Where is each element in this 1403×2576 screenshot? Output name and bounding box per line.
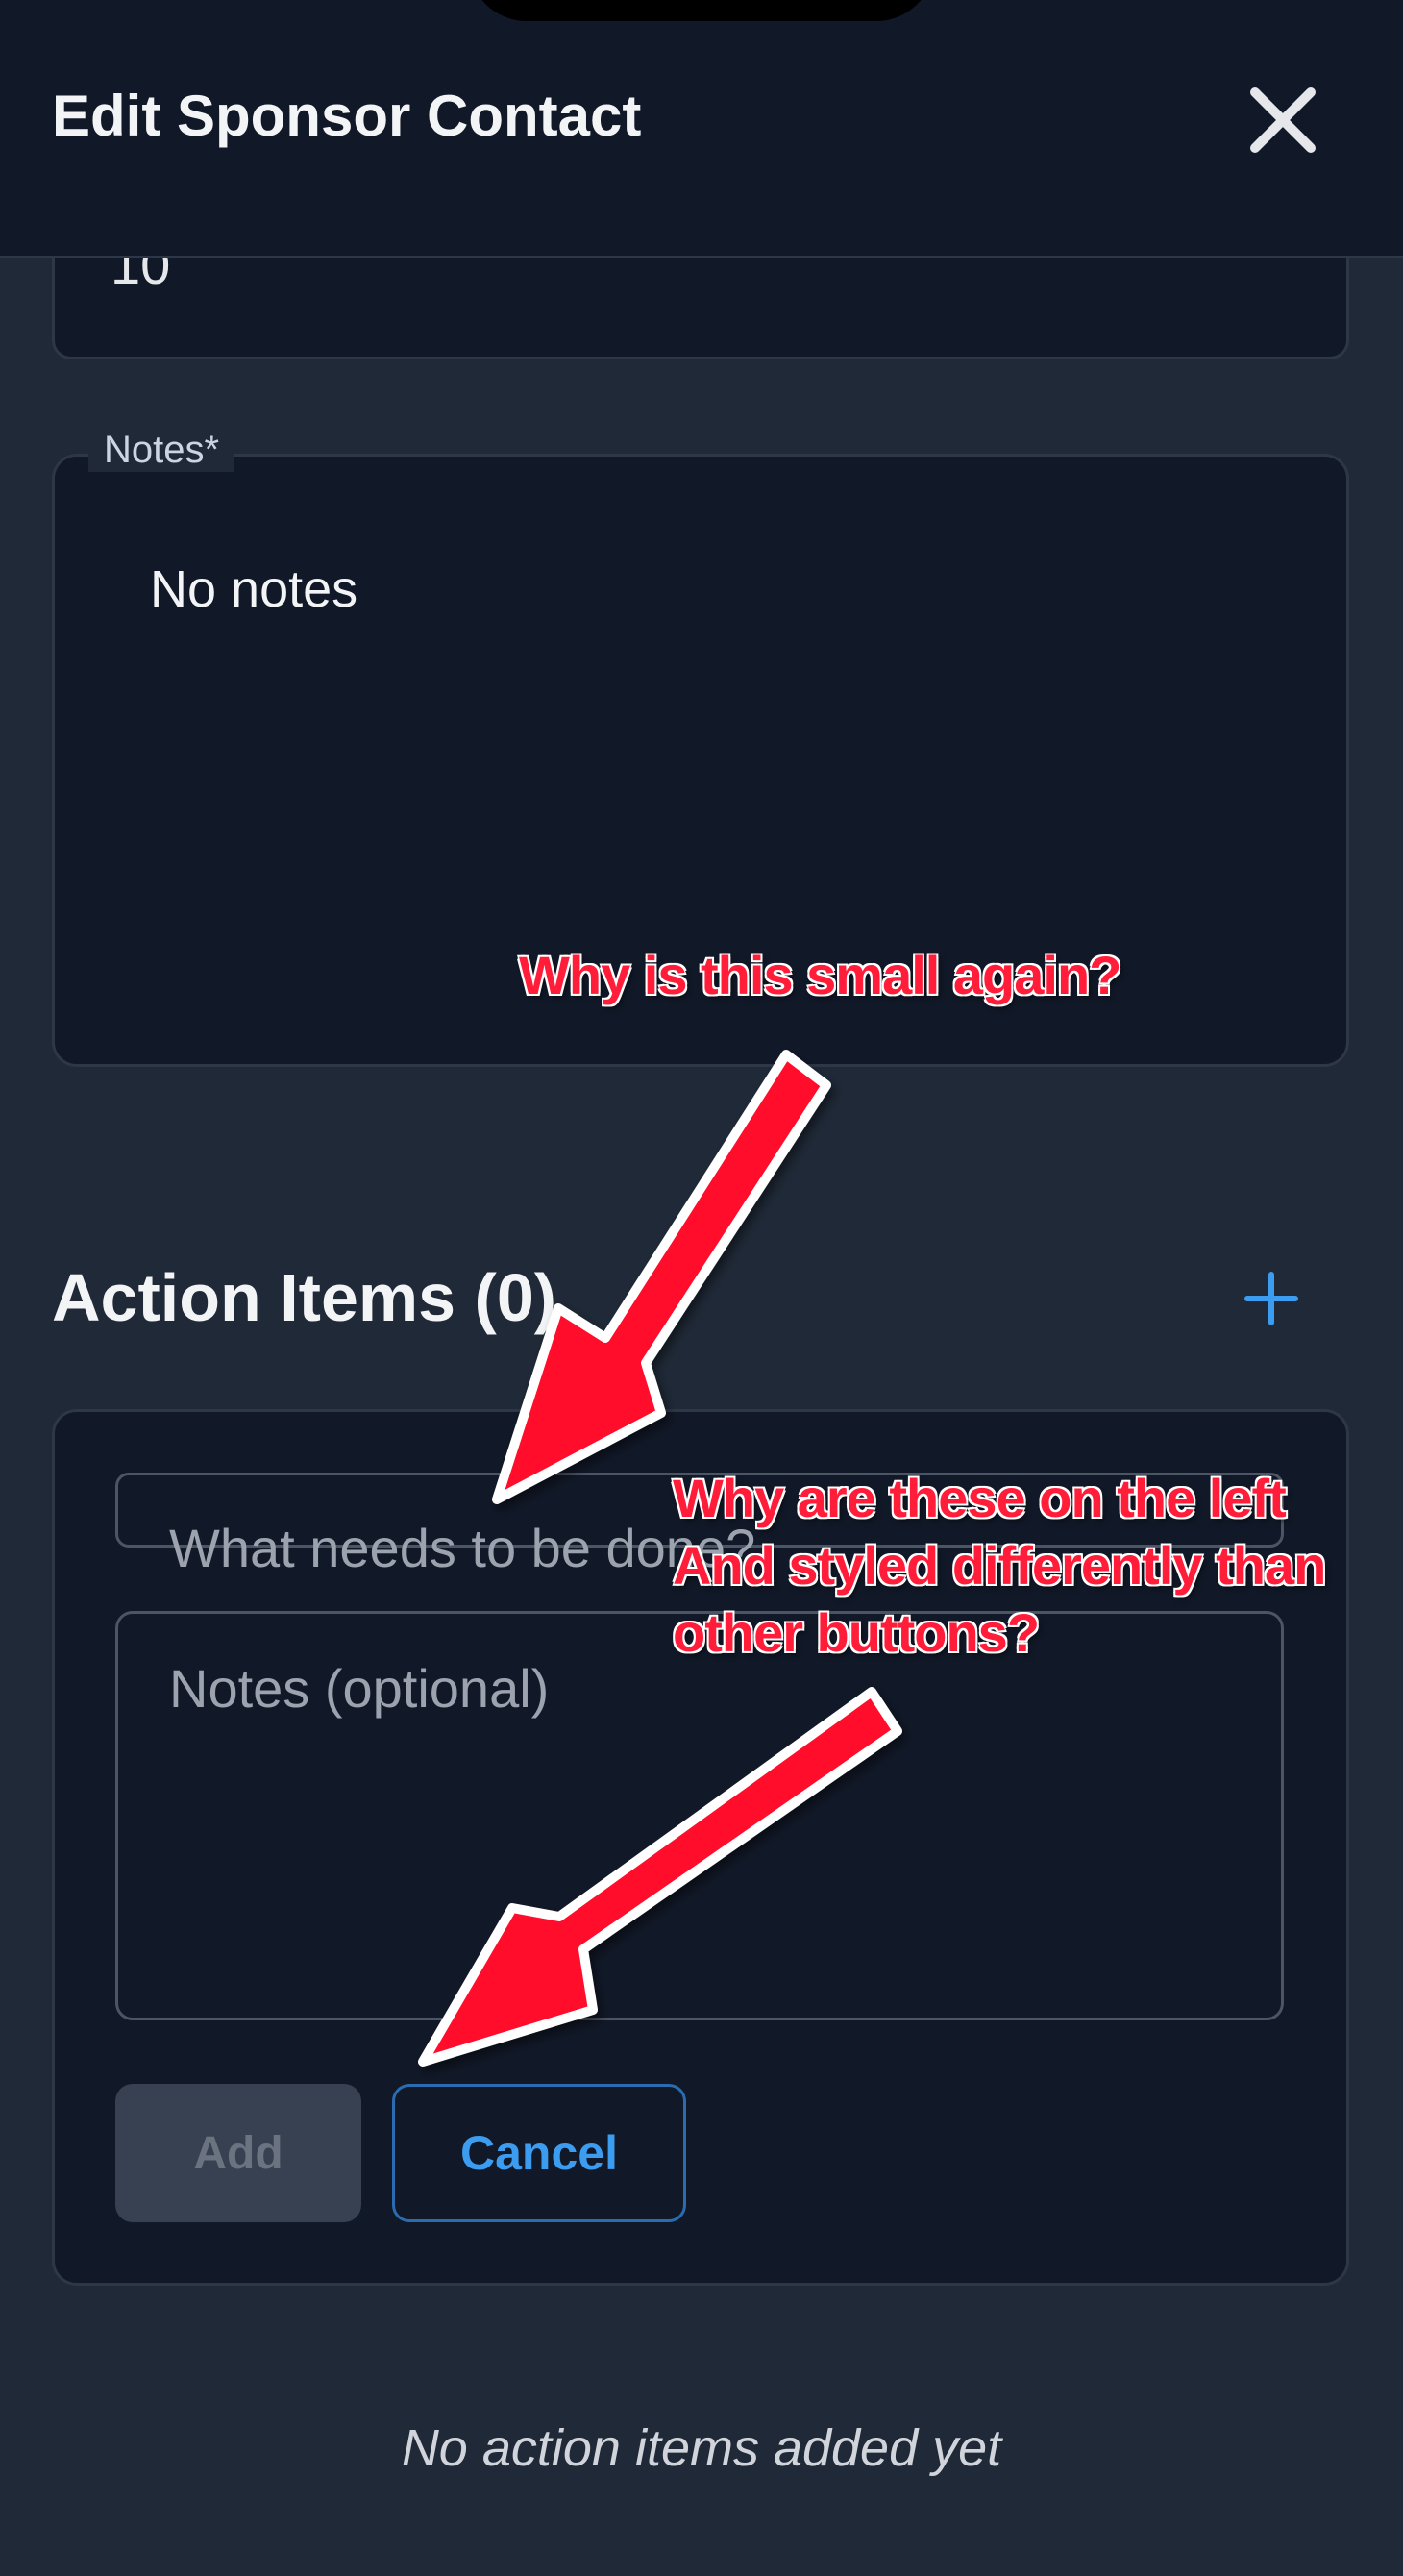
- notes-label: Notes*: [88, 429, 235, 472]
- close-icon: [1250, 87, 1316, 153]
- modal-title: Edit Sponsor Contact: [52, 84, 642, 148]
- plus-icon: [1244, 1272, 1298, 1325]
- notes-value: No notes: [150, 560, 358, 618]
- annotation-note-2: Why are these on the left And styled dif…: [672, 1465, 1327, 1667]
- action-item-task-placeholder: What needs to be done?: [169, 1518, 756, 1578]
- annotation-note-2-line-1: Why are these on the left: [672, 1467, 1288, 1529]
- add-action-item-button[interactable]: [1234, 1261, 1309, 1336]
- add-button[interactable]: Add: [115, 2084, 361, 2222]
- cancel-button[interactable]: Cancel: [392, 2084, 686, 2222]
- annotation-note-2-line-2: And styled differently than: [672, 1534, 1327, 1597]
- device-notch: [469, 0, 934, 21]
- action-item-notes-placeholder: Notes (optional): [169, 1658, 550, 1719]
- modal-header: Edit Sponsor Contact: [0, 0, 1403, 258]
- annotation-note-2-line-3: other buttons?: [672, 1601, 1041, 1664]
- annotation-note-1: Why is this small again?: [518, 944, 1122, 1006]
- empty-state-text: No action items added yet: [401, 2419, 1002, 2477]
- close-button[interactable]: [1245, 83, 1320, 158]
- action-items-heading: Action Items (0): [52, 1260, 557, 1335]
